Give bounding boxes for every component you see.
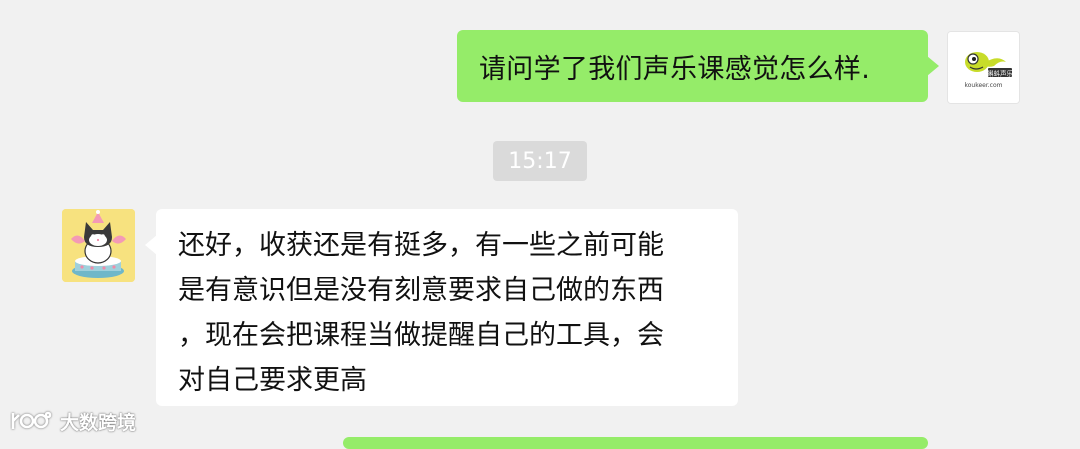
sender-avatar[interactable]: 蝌蚪声乐 koukeer.com [947,31,1020,104]
incoming-message-line: 还好，收获还是有挺多，有一些之前可能 [178,230,664,261]
logo-domain-text: koukeer.com [964,82,1002,89]
logo-icon [11,411,52,429]
incoming-message-line: 对自己要求更高 [178,365,367,396]
outgoing-message-bubble[interactable]: 请问学了我们声乐课感觉怎么样. [457,30,939,102]
outgoing-message-text: 请问学了我们声乐课感觉怎么样. [479,53,871,85]
watermark: 大数跨境 [10,404,136,438]
cartoon-cat-avatar-icon [62,209,135,282]
tadpole-logo-icon: 蝌蚪声乐 koukeer.com [948,32,1019,103]
logo-cn-text: 蝌蚪声乐 [987,69,1014,78]
incoming-message-bubble[interactable]: 还好，收获还是有挺多，有一些之前可能 是有意识但是没有刻意要求自己做的东西 ，现… [145,209,738,406]
timestamp-text: 15:17 [508,148,572,174]
watermark-text: 大数跨境 [60,411,137,434]
incoming-message-line: ，现在会把课程当做提醒自己的工具，会 [178,320,664,351]
incoming-message-line: 是有意识但是没有刻意要求自己做的东西 [178,275,664,306]
timestamp-pill: 15:17 [493,141,587,181]
next-outgoing-message-bubble[interactable] [343,437,928,449]
contact-avatar[interactable] [62,209,135,282]
